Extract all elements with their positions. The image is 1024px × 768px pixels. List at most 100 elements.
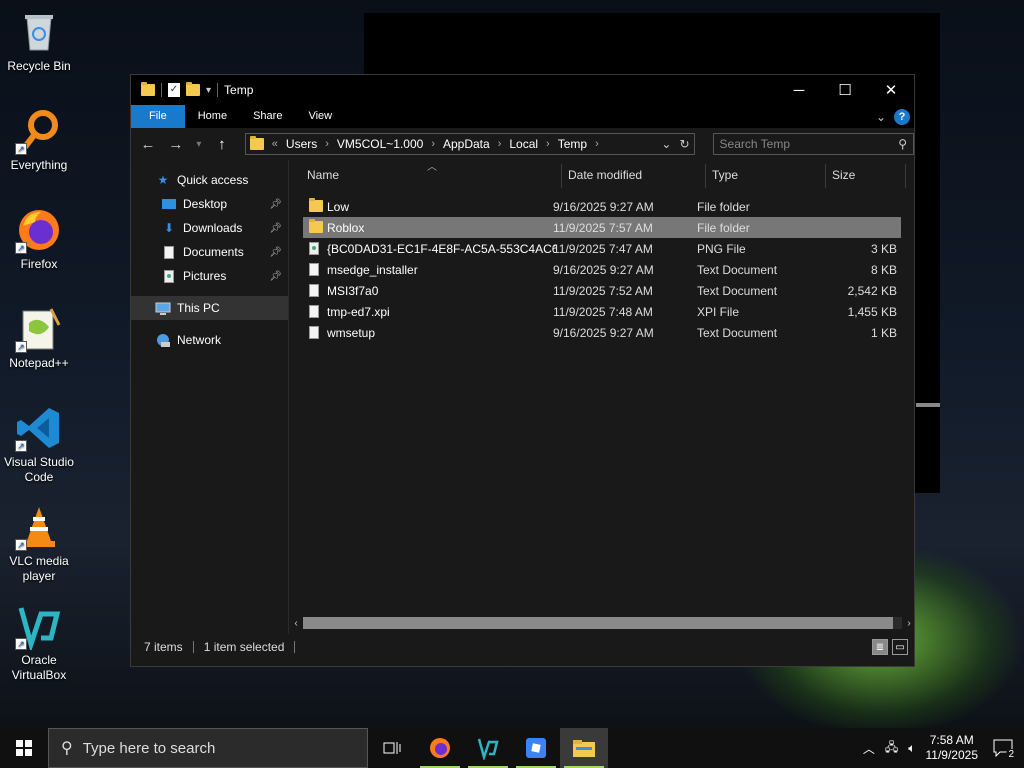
chevron-right-icon[interactable]: ›: [325, 138, 329, 150]
sort-ascending-icon: ︿: [427, 162, 437, 173]
help-icon[interactable]: ?: [894, 108, 910, 125]
file-row[interactable]: {BC0DAD31-EC1F-4E8F-AC5A-553C4AC6... 11/9…: [303, 238, 901, 259]
file-name: wmsetup: [327, 325, 376, 340]
shortcut-arrow-icon: ↗: [15, 638, 27, 650]
taskbar-firefox[interactable]: [416, 728, 464, 768]
folder-icon: [309, 198, 323, 215]
column-header-type[interactable]: Type: [712, 168, 738, 182]
desktop-icon-notepad-plus-plus[interactable]: ↗ Notepad++: [2, 305, 76, 371]
nav-label: Pictures: [183, 269, 227, 283]
scroll-thumb[interactable]: [303, 617, 893, 629]
taskbar-search-input[interactable]: [82, 739, 343, 757]
tab-home[interactable]: Home: [185, 105, 240, 128]
nav-desktop[interactable]: Desktop 📌︎: [131, 192, 288, 216]
file-row[interactable]: Roblox 11/9/2025 7:57 AM File folder: [303, 217, 901, 238]
desktop-icon-recycle-bin[interactable]: Recycle Bin: [2, 8, 76, 74]
scroll-track[interactable]: [303, 617, 902, 629]
start-button[interactable]: [0, 728, 48, 768]
properties-icon[interactable]: ✓: [168, 83, 180, 97]
desktop-icon: [161, 197, 177, 211]
file-row[interactable]: wmsetup 9/16/2025 9:27 AM Text Document 1 K…: [303, 322, 901, 343]
desktop-icon-everything[interactable]: ↗ Everything: [2, 107, 76, 173]
pin-icon[interactable]: 📌︎: [269, 223, 282, 234]
column-header-name[interactable]: Name: [307, 168, 339, 182]
pin-icon[interactable]: 📌︎: [269, 271, 282, 282]
clock[interactable]: 7:58 AM 11/9/2025: [926, 733, 979, 763]
column-header-date[interactable]: Date modified: [568, 168, 642, 182]
address-history-chevron-icon[interactable]: ⌄: [661, 137, 671, 151]
taskbar-roblox[interactable]: [512, 728, 560, 768]
customize-qat-icon[interactable]: ▾: [206, 85, 211, 96]
horizontal-scrollbar[interactable]: ‹ ›: [289, 616, 916, 630]
task-view-icon: [383, 742, 401, 754]
image-file-icon: [309, 242, 319, 258]
nav-label: This PC: [177, 301, 220, 315]
chevron-right-icon[interactable]: ›: [431, 138, 435, 150]
title-bar[interactable]: ✓ ▾ Temp ─ ☐ ✕: [131, 75, 914, 105]
recent-locations-chevron-icon[interactable]: ▾: [193, 139, 205, 150]
taskbar-file-explorer[interactable]: [560, 728, 608, 768]
nav-pictures[interactable]: Pictures 📌︎: [131, 264, 288, 288]
desktop-icon-virtualbox[interactable]: ↗ Oracle VirtualBox: [2, 602, 76, 683]
up-button[interactable]: ↑: [211, 136, 233, 153]
maximize-button[interactable]: ☐: [822, 75, 868, 105]
nav-this-pc[interactable]: This PC: [131, 296, 288, 320]
chevron-right-icon[interactable]: ›: [498, 138, 502, 150]
desktop-icon-firefox[interactable]: ↗ Firefox: [2, 206, 76, 272]
scroll-right-icon[interactable]: ›: [902, 618, 916, 629]
taskbar-search[interactable]: ⚲: [48, 728, 368, 768]
file-row[interactable]: Low 9/16/2025 9:27 AM File folder: [303, 196, 901, 217]
nav-downloads[interactable]: ⬇ Downloads 📌︎: [131, 216, 288, 240]
task-view-button[interactable]: [368, 728, 416, 768]
action-center-button[interactable]: 2: [988, 733, 1018, 763]
new-folder-icon[interactable]: [186, 82, 200, 96]
scroll-left-icon[interactable]: ‹: [289, 618, 303, 629]
volume-muted-icon[interactable]: 🔈︎: [908, 741, 915, 756]
file-row[interactable]: tmp-ed7.xpi 11/9/2025 7:48 AM XPI File 1,45…: [303, 301, 901, 322]
nav-network[interactable]: Network: [131, 328, 288, 352]
minimize-button[interactable]: ─: [776, 75, 822, 105]
desktop-icon-label: Everything: [10, 158, 68, 172]
details-view-icon[interactable]: ≣: [872, 639, 888, 655]
file-row[interactable]: MSI3f7a0 11/9/2025 7:52 AM Text Document 2,…: [303, 280, 901, 301]
chevron-right-icon[interactable]: ›: [595, 138, 599, 150]
desktop-icon-vlc[interactable]: ↗ VLC media player: [2, 503, 76, 584]
search-box[interactable]: ⚲: [712, 133, 914, 155]
breadcrumb-users[interactable]: Users: [286, 137, 317, 151]
breadcrumb-temp[interactable]: Temp: [558, 137, 587, 151]
address-bar[interactable]: « Users › VM5COL~1.000 › AppData › Local…: [244, 133, 695, 155]
close-button[interactable]: ✕: [868, 75, 914, 105]
shortcut-arrow-icon: ↗: [15, 242, 27, 254]
column-header-size[interactable]: Size: [832, 168, 855, 182]
show-hidden-icons-chevron-icon[interactable]: ︿: [863, 740, 875, 757]
file-type: Text Document: [697, 262, 778, 277]
tab-view[interactable]: View: [295, 105, 345, 128]
nav-documents[interactable]: Documents 📌︎: [131, 240, 288, 264]
tab-file[interactable]: File: [131, 105, 185, 128]
text-file-icon: [309, 263, 319, 279]
shortcut-arrow-icon: ↗: [15, 440, 27, 452]
back-button[interactable]: ←: [137, 136, 159, 153]
pin-icon[interactable]: 📌︎: [269, 247, 282, 258]
pin-icon[interactable]: 📌︎: [269, 199, 282, 210]
nav-quick-access[interactable]: ★ Quick access: [131, 168, 288, 192]
desktop-icon-vscode[interactable]: ↗ Visual Studio Code: [2, 404, 76, 485]
taskbar-virtualbox[interactable]: [464, 728, 512, 768]
chevron-right-icon[interactable]: ›: [546, 138, 550, 150]
forward-button[interactable]: →: [165, 136, 187, 153]
network-status-icon[interactable]: 🖧︎: [885, 738, 898, 759]
navigation-pane: ★ Quick access Desktop 📌︎ ⬇ Downloads 📌︎…: [131, 160, 289, 634]
breadcrumb-user[interactable]: VM5COL~1.000: [337, 137, 423, 151]
file-size: 3 KB: [870, 241, 897, 256]
search-input[interactable]: [719, 137, 880, 151]
address-overflow[interactable]: «: [272, 138, 278, 150]
large-icons-view-icon[interactable]: ▭: [892, 639, 908, 655]
expand-ribbon-icon[interactable]: ⌄: [876, 110, 886, 124]
breadcrumb-local[interactable]: Local: [509, 137, 538, 151]
tab-share[interactable]: Share: [240, 105, 295, 128]
file-size: 8 KB: [870, 262, 897, 277]
file-date: 11/9/2025 7:57 AM: [553, 220, 653, 235]
refresh-icon[interactable]: ↻: [679, 137, 689, 151]
file-row[interactable]: msedge_installer 9/16/2025 9:27 AM Text Do…: [303, 259, 901, 280]
breadcrumb-appdata[interactable]: AppData: [443, 137, 490, 151]
